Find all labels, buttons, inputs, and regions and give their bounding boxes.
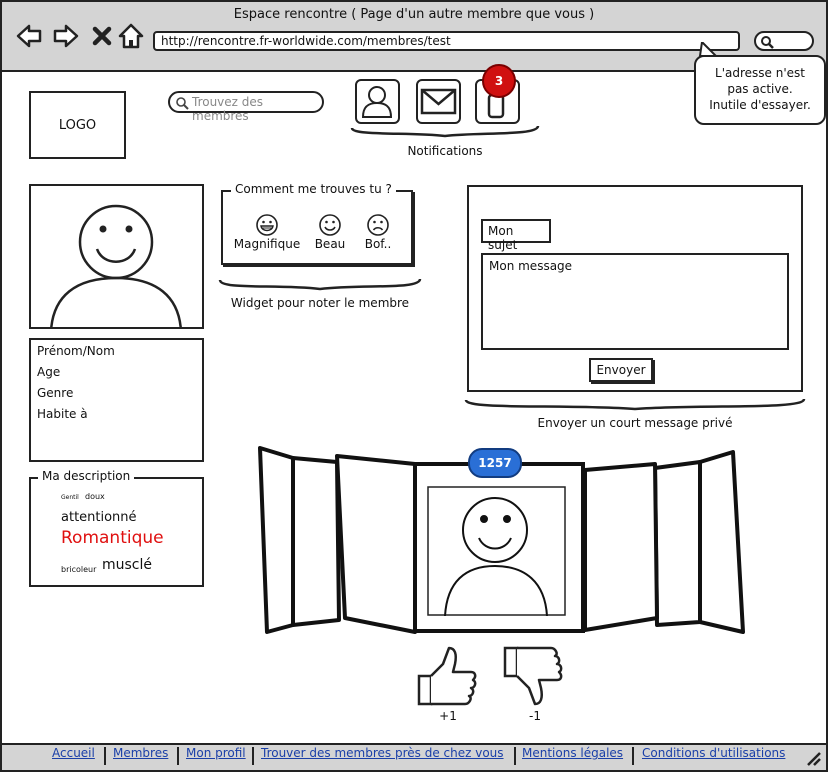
notification-count-badge: 3	[482, 64, 516, 98]
footer-separator	[632, 747, 634, 765]
tooltip-line-1: L'adresse n'est	[715, 66, 805, 80]
message-caption: Envoyer un court message privé	[537, 416, 733, 430]
back-icon[interactable]	[15, 22, 43, 50]
tag-muscle: musclé	[102, 557, 153, 573]
mail-notification-button[interactable]	[416, 79, 461, 124]
rating-label-beau: Beau	[314, 237, 346, 251]
description-legend: Ma description	[38, 469, 135, 483]
forward-icon[interactable]	[52, 22, 80, 50]
notifications-caption: Notifications	[407, 144, 483, 158]
frown-icon	[367, 214, 389, 236]
rating-legend: Comment me trouves tu ?	[231, 182, 396, 196]
info-name: Prénom/Nom	[37, 344, 115, 358]
avatar-icon	[50, 204, 182, 327]
message-textarea[interactable]: Mon message	[481, 253, 789, 350]
subject-input[interactable]: Mon sujet	[481, 219, 551, 252]
footer-separator	[514, 747, 516, 765]
address-tooltip: L'adresse n'est pas active. Inutile d'es…	[694, 55, 826, 125]
tag-doux: doux	[85, 492, 105, 501]
rating-label-bof: Bof..	[364, 237, 392, 251]
tooltip-line-2: pas active.	[727, 82, 793, 96]
footer-separator	[252, 747, 254, 765]
info-gender: Genre	[37, 386, 74, 400]
search-icon	[761, 36, 774, 49]
message-brace	[464, 398, 806, 411]
footer-link-accueil[interactable]: Accueil	[52, 746, 95, 760]
info-age: Age	[37, 365, 61, 379]
search-icon	[176, 97, 189, 110]
rating-brace	[218, 278, 422, 291]
tooltip-line-3: Inutile d'essayer.	[709, 98, 811, 112]
footer-link-membres[interactable]: Membres	[113, 746, 168, 760]
rating-caption: Widget pour noter le membre	[230, 296, 410, 310]
stop-icon[interactable]	[88, 22, 116, 50]
footer-link-trouver-membres[interactable]: Trouver des membres près de chez vous	[261, 746, 504, 760]
send-button[interactable]: Envoyer	[589, 358, 653, 382]
rating-label-magnifique: Magnifique	[233, 237, 301, 251]
tag-attentionne: attentionné	[61, 510, 137, 525]
like-count: +1	[439, 709, 457, 723]
thumbs-up-icon[interactable]	[417, 644, 479, 708]
rating-option-beau[interactable]: Beau	[310, 213, 350, 251]
footer-link-mon-profil[interactable]: Mon profil	[186, 746, 246, 760]
mail-icon	[420, 88, 457, 115]
tag-bricoleur: bricoleur	[61, 565, 97, 574]
footer-link-mentions-legales[interactable]: Mentions légales	[522, 746, 623, 760]
resize-grip-icon[interactable]	[806, 752, 822, 766]
profile-photo	[29, 184, 204, 329]
footer-link-conditions[interactable]: Conditions d'utilisations	[642, 746, 785, 760]
info-location: Habite à	[37, 407, 88, 421]
user-icon	[361, 86, 393, 118]
profile-notification-button[interactable]	[355, 79, 400, 124]
photo-count-badge: 1257	[468, 448, 522, 478]
home-icon[interactable]	[117, 22, 145, 50]
rating-option-bof[interactable]: Bof..	[361, 213, 395, 251]
tag-romantique: Romantique	[61, 528, 164, 548]
site-logo[interactable]: LOGO	[29, 91, 126, 159]
browser-search-field[interactable]	[754, 31, 814, 51]
footer-separator	[104, 747, 106, 765]
grin-icon	[256, 214, 278, 236]
dislike-count: -1	[529, 709, 541, 723]
smile-icon	[319, 214, 341, 236]
address-bar[interactable]: http://rencontre.fr-worldwide.com/membre…	[153, 31, 740, 51]
footer-separator	[177, 747, 179, 765]
rating-option-magnifique[interactable]: Magnifique	[232, 213, 302, 251]
member-search-input[interactable]: Trouvez des membres	[168, 91, 324, 123]
notifications-brace	[350, 125, 540, 138]
thumbs-down-icon[interactable]	[503, 644, 565, 708]
profile-info: Prénom/Nom Age Genre Habite à	[29, 338, 204, 462]
tag-gentil: Gentil	[61, 494, 79, 501]
window-title: Espace rencontre ( Page d'un autre membr…	[233, 7, 595, 22]
